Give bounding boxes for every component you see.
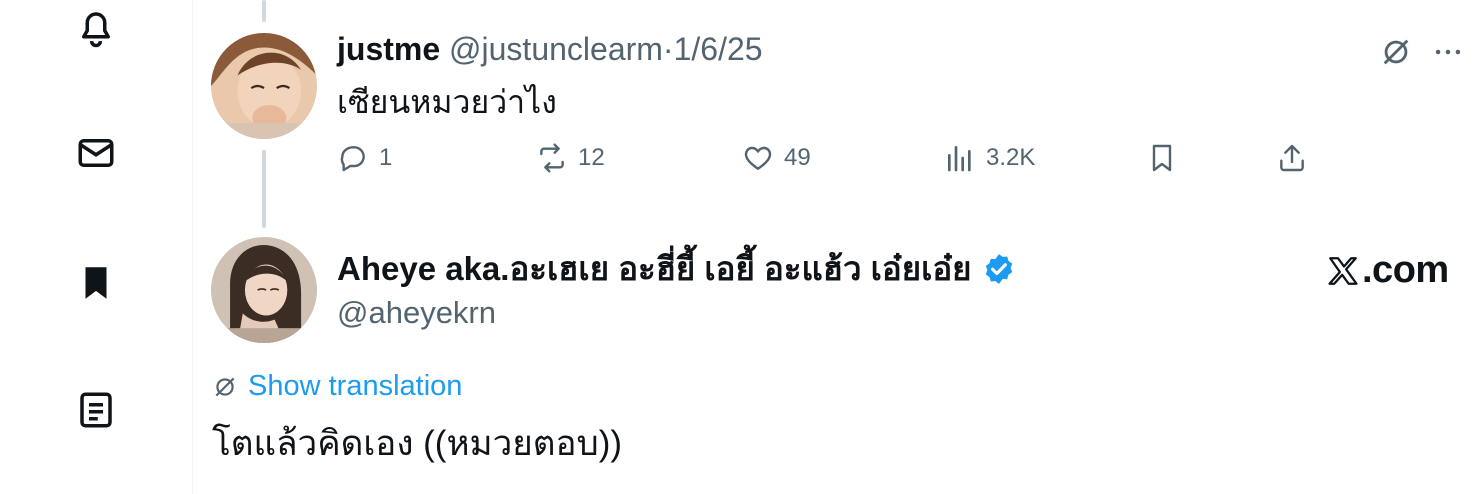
avatar-photo <box>211 33 317 139</box>
bookmark-outline-icon <box>1152 144 1172 172</box>
parent-avatar[interactable] <box>211 33 317 139</box>
show-translation-label: Show translation <box>248 370 463 402</box>
views-count: 3.2K <box>986 144 1036 171</box>
share-upload-icon <box>1280 144 1304 172</box>
grok-icon <box>1383 39 1409 65</box>
author-name[interactable]: justme <box>337 31 440 67</box>
reply-post-text: โตแล้วคิดเอง ((หมวยตอบ)) <box>212 424 623 463</box>
like-button[interactable]: 49 <box>742 138 811 178</box>
repost-button[interactable]: 12 <box>536 138 605 178</box>
list-document-icon <box>80 392 112 428</box>
parent-post-text: เซียนหมวยว่าไง <box>337 84 557 120</box>
bookmark-button[interactable] <box>1146 138 1188 178</box>
x-com-watermark: .com <box>1326 249 1449 292</box>
left-nav-rail <box>0 0 193 494</box>
notifications-nav[interactable] <box>74 6 118 50</box>
reply-count: 1 <box>379 144 393 171</box>
author-handle[interactable]: @justunclearm <box>449 31 663 67</box>
bell-icon <box>82 12 110 48</box>
views-button[interactable]: 3.2K <box>944 138 1035 178</box>
more-horizontal-icon <box>1435 49 1461 55</box>
watermark-domain: .com <box>1362 249 1449 291</box>
reply-author-name-row: Aheye aka.อะเฮเย อะฮี่ยี้ เอยี้ อะแฮ้ว เ… <box>337 246 1016 292</box>
avatar-photo <box>211 237 317 343</box>
like-count: 49 <box>784 144 811 171</box>
lists-nav[interactable] <box>74 388 118 432</box>
reply-button[interactable]: 1 <box>337 138 392 178</box>
messages-nav[interactable] <box>74 131 118 175</box>
reply-author-handle[interactable]: @aheyekrn <box>337 292 496 334</box>
thread-line-top <box>262 0 266 22</box>
separator-dot: · <box>662 31 674 67</box>
heart-icon <box>744 146 772 170</box>
x-logo-icon <box>1328 256 1358 285</box>
post-date[interactable]: 1/6/25 <box>674 31 763 67</box>
share-button[interactable] <box>1276 138 1318 178</box>
more-options-button[interactable] <box>1428 32 1468 72</box>
verified-badge-icon <box>985 254 1012 284</box>
reply-author-avatar[interactable] <box>211 237 317 343</box>
show-translation-link[interactable]: Show translation <box>212 370 462 403</box>
repost-count: 12 <box>578 144 605 171</box>
thread-line-connector <box>262 150 266 228</box>
analytics-bars-icon <box>948 146 971 172</box>
grok-button[interactable] <box>1376 32 1416 72</box>
parent-post-header: justme @justunclearm·1/6/25 <box>337 28 763 70</box>
mail-icon <box>78 139 114 167</box>
bookmark-filled-icon <box>85 267 107 299</box>
grok-icon <box>215 377 235 396</box>
repost-icon <box>540 143 564 173</box>
reply-author-name[interactable]: Aheye aka.อะเฮเย อะฮี่ยี้ เอยี้ อะแฮ้ว เ… <box>337 246 972 292</box>
bookmarks-nav[interactable] <box>74 261 118 305</box>
reply-icon <box>340 146 365 172</box>
